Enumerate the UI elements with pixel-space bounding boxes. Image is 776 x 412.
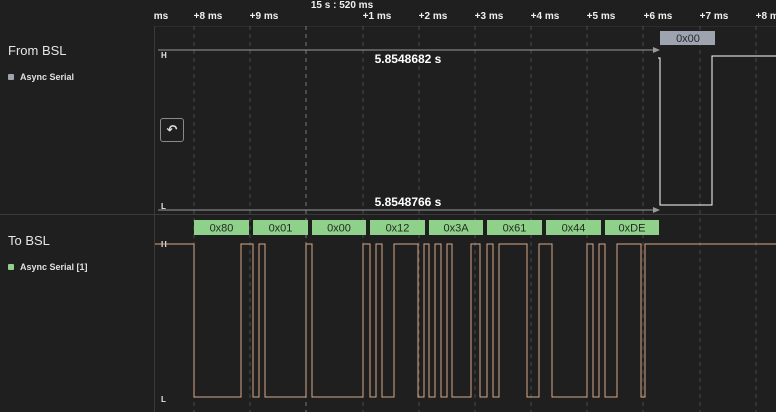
svg-text:0x3A: 0x3A bbox=[443, 223, 469, 235]
svg-text:0xDE: 0xDE bbox=[619, 223, 646, 235]
decoded-byte-0x00: 0x00 bbox=[312, 220, 366, 235]
decoded-byte-0x01: 0x01 bbox=[253, 220, 308, 235]
tick-label: +9 ms bbox=[249, 11, 279, 22]
decoded-byte-0x12: 0x12 bbox=[370, 220, 425, 235]
trigger-edge-button[interactable]: ↶ bbox=[160, 118, 184, 142]
waveform-plot[interactable]: 5.8548682 s 5.8548766 s 0x00 0x80 0x01 0… bbox=[155, 26, 776, 412]
svg-text:0x01: 0x01 bbox=[269, 223, 293, 235]
measurement-bottom-label: 5.8548766 s bbox=[375, 195, 442, 209]
center-time: 15 s : 520 ms bbox=[310, 0, 374, 11]
tick-label: +3 ms bbox=[474, 11, 504, 22]
analyzer-color-dot bbox=[8, 264, 14, 270]
svg-text:0x00: 0x00 bbox=[676, 33, 700, 45]
svg-text:0x80: 0x80 bbox=[210, 223, 234, 235]
time-ruler-spacer bbox=[0, 0, 154, 26]
tick-label: +1 ms bbox=[362, 11, 392, 22]
tick-label: +4 ms bbox=[530, 11, 560, 22]
analyzer-label-to-bsl[interactable]: Async Serial [1] bbox=[8, 262, 88, 272]
decoded-byte-0x61: 0x61 bbox=[487, 220, 542, 235]
channel-name-to-bsl[interactable]: To BSL bbox=[8, 233, 50, 248]
tick-label: +2 ms bbox=[418, 11, 448, 22]
decoded-byte-0xDE: 0xDE bbox=[605, 220, 659, 235]
svg-text:0x00: 0x00 bbox=[327, 223, 351, 235]
tick-label: ms bbox=[153, 11, 169, 22]
tick-label: +7 ms bbox=[699, 11, 729, 22]
decoded-byte-0x80: 0x80 bbox=[194, 220, 249, 235]
decoded-byte-from-bsl: 0x00 bbox=[660, 31, 715, 45]
trigger-edge-icon: ↶ bbox=[166, 122, 178, 137]
from-bsl-waveform bbox=[658, 55, 776, 206]
analyzer-color-dot bbox=[8, 74, 14, 80]
decoded-byte-0x44: 0x44 bbox=[546, 220, 601, 235]
decoded-byte-0x3A: 0x3A bbox=[429, 220, 483, 235]
svg-text:0x12: 0x12 bbox=[386, 223, 410, 235]
grid-lines bbox=[193, 26, 757, 412]
channel-name-from-bsl[interactable]: From BSL bbox=[8, 43, 67, 58]
analyzer-name: Async Serial [1] bbox=[20, 262, 88, 272]
time-ruler[interactable]: 15 s : 520 ms ms +8 ms +9 ms +1 ms +2 ms… bbox=[0, 0, 776, 27]
analyzer-label-from-bsl[interactable]: Async Serial bbox=[8, 72, 74, 82]
svg-text:0x61: 0x61 bbox=[503, 223, 527, 235]
to-bsl-waveform bbox=[155, 243, 776, 398]
svg-text:0x44: 0x44 bbox=[562, 223, 586, 235]
measurement-top-label: 5.8548682 s bbox=[375, 52, 442, 66]
tick-label: +5 ms bbox=[586, 11, 616, 22]
tick-label: +8 ms bbox=[755, 11, 776, 22]
channel-labels-panel: From BSL Async Serial To BSL Async Seria… bbox=[0, 26, 155, 412]
analyzer-name: Async Serial bbox=[20, 72, 75, 82]
tick-label: +6 ms bbox=[643, 11, 673, 22]
tick-label: +8 ms bbox=[193, 11, 223, 22]
